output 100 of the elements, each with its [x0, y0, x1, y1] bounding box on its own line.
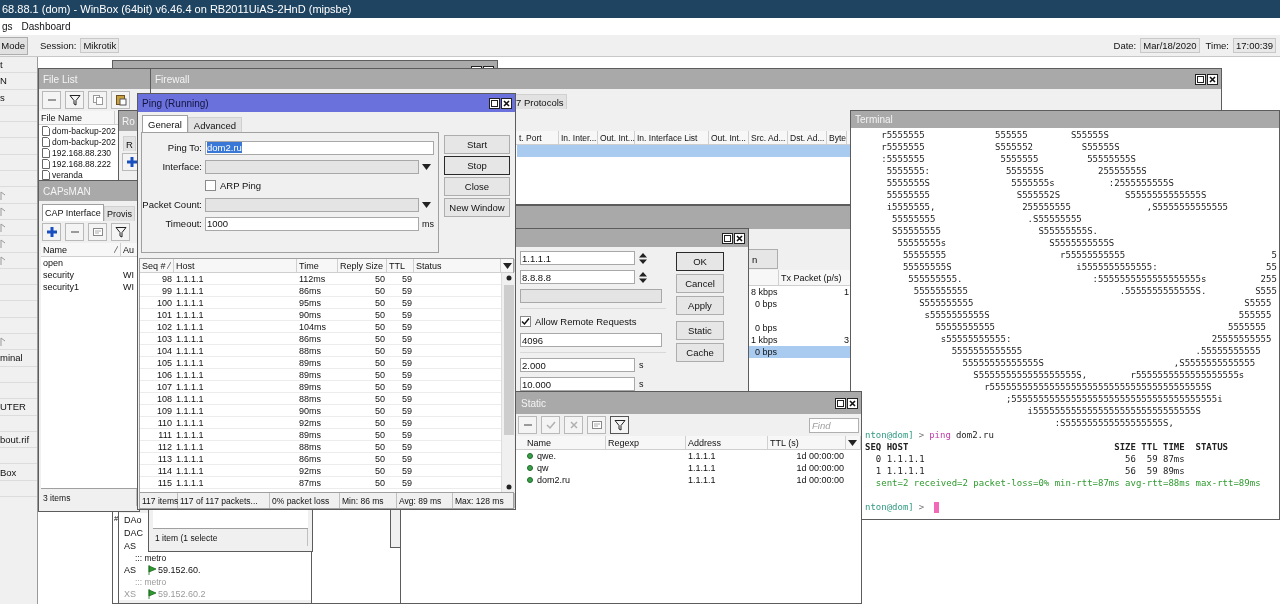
column-header[interactable]: In. Inter... [559, 131, 598, 144]
table-cell-text: 3 [843, 335, 850, 345]
table-cell-text: 1.1.1.1 [175, 333, 205, 344]
column-header[interactable]: File Name [39, 111, 115, 124]
window-button[interactable]: Stop [444, 156, 510, 175]
column-header[interactable]: Dst. Ad... [788, 131, 827, 144]
prompt-sign: > [918, 501, 925, 513]
sidebar-item[interactable]: N [0, 73, 37, 90]
column-header[interactable]: Name [525, 436, 606, 449]
table-cell-text: 59 [401, 345, 413, 356]
field-label: Ping To: [166, 142, 202, 153]
window-button[interactable]: Apply [676, 296, 724, 315]
input-field[interactable]: dom2.ru [205, 140, 434, 155]
tab[interactable]: Advanced [187, 117, 243, 132]
spinner-icon [639, 252, 647, 264]
table-cell-text: 92ms [298, 465, 322, 476]
caret-icon [422, 201, 431, 208]
table-row[interactable] [517, 145, 850, 157]
status-text: 117 of 117 packets... [178, 493, 270, 508]
column-header[interactable]: Host [174, 259, 297, 272]
filter-button[interactable] [111, 223, 130, 241]
table-row[interactable]: 1 kbps 3 [749, 334, 851, 346]
table-row[interactable]: 0 bps [749, 346, 851, 358]
menu-item[interactable]: gs [2, 21, 13, 32]
table-cell-text: 1.1.1.1 [687, 475, 717, 485]
window-button[interactable]: New Window [444, 198, 510, 217]
plus-icon [125, 156, 138, 168]
plus-button[interactable] [42, 223, 61, 241]
minus-button[interactable] [518, 416, 537, 434]
sidebar-item[interactable]: t [0, 57, 37, 74]
status-dot [527, 465, 533, 471]
filter-button[interactable] [65, 91, 84, 109]
sidebar-item[interactable] [0, 236, 37, 253]
terminal-line: r5555555 555555 S55555S [880, 129, 1110, 141]
window-button[interactable]: Close [444, 177, 510, 196]
tab[interactable]: R [123, 136, 136, 151]
input-field[interactable] [520, 289, 662, 303]
tab[interactable]: 7 Protocols [513, 94, 567, 109]
column-header[interactable]: Seq # [140, 259, 174, 272]
column-header[interactable]: t. Port [517, 131, 559, 144]
column-header[interactable]: Src. Ad... [749, 131, 788, 144]
column-header[interactable]: Address [686, 436, 768, 449]
input-field[interactable]: 4096 [520, 333, 662, 347]
column-header[interactable]: TTL (s) [768, 436, 846, 449]
scrollbar[interactable] [501, 273, 515, 492]
date-field[interactable]: Mar/18/2020 [1140, 38, 1200, 53]
tab[interactable]: General [142, 115, 188, 132]
sidebar-item[interactable]: Box [0, 464, 37, 481]
input-field[interactable]: 2.000 [520, 358, 635, 372]
column-header[interactable]: Out. Int... [598, 131, 635, 144]
checkbox-label: ARP Ping [220, 180, 261, 191]
table-cell-text: 59 [401, 369, 413, 380]
input-field[interactable]: 1000 [205, 216, 419, 231]
column-header[interactable]: In. Interface List [635, 131, 709, 144]
table-cell-text: 104ms [298, 321, 327, 332]
menu-item[interactable]: Dashboard [21, 21, 71, 32]
table-cell-text: 50 [374, 477, 386, 488]
command-argument: dom2.ru [955, 429, 994, 441]
table-row[interactable]: 0 bps [749, 298, 851, 310]
sidebar-item[interactable] [0, 334, 37, 351]
filter-button[interactable] [610, 416, 629, 434]
input-field[interactable]: 10.000 [520, 377, 635, 391]
table-cell-text: 112ms [298, 273, 327, 284]
session-field[interactable]: Mikrotik [80, 38, 120, 53]
sidebar-item[interactable]: s [0, 89, 37, 106]
input-field[interactable]: 8.8.8.8 [520, 270, 635, 284]
check-button[interactable] [541, 416, 560, 434]
window-button[interactable]: Static [676, 321, 724, 340]
input-field[interactable]: 1.1.1.1 [520, 251, 635, 265]
sidebar-item[interactable]: bout.rif [0, 431, 37, 449]
table-row[interactable]: 0 bps [749, 322, 851, 334]
column-header[interactable]: Byte [827, 131, 847, 144]
table-row[interactable]: 8 kbps 1 [749, 286, 851, 298]
check-icon [544, 419, 557, 431]
status-dot [527, 477, 533, 483]
column-header[interactable]: Regexp [606, 436, 686, 449]
column-header[interactable]: Status [414, 259, 501, 272]
time-field[interactable]: 17:00:39 [1233, 38, 1276, 53]
sidebar-item[interactable]: minal [0, 350, 37, 367]
column-header[interactable]: Name [41, 243, 121, 256]
checkbox[interactable] [205, 180, 216, 191]
window-button[interactable]: Cache [676, 343, 724, 362]
column-header[interactable]: TTL [387, 259, 414, 272]
terminal-line: s55555555555: 25555555555 [939, 333, 1273, 345]
column-header[interactable]: Reply Size [338, 259, 387, 272]
sidebar-item[interactable]: UTER [0, 399, 37, 416]
copy-icon [91, 94, 104, 106]
window-button[interactable]: Start [444, 135, 510, 154]
checkbox[interactable] [520, 315, 531, 327]
table-cell-text: AS [123, 564, 137, 575]
tab[interactable]: CAP Interface [42, 204, 104, 221]
mode-button[interactable]: Mode [0, 36, 28, 55]
comment-text: ::: metro [134, 552, 168, 563]
window-button[interactable]: OK [676, 252, 724, 271]
paste-button[interactable] [111, 91, 130, 109]
column-header[interactable]: Out. Int... [709, 131, 749, 144]
column-header[interactable]: Time [297, 259, 338, 272]
tab[interactable]: Provis [103, 206, 135, 221]
cross-button[interactable] [564, 416, 583, 434]
window-button[interactable]: Cancel [676, 274, 724, 293]
